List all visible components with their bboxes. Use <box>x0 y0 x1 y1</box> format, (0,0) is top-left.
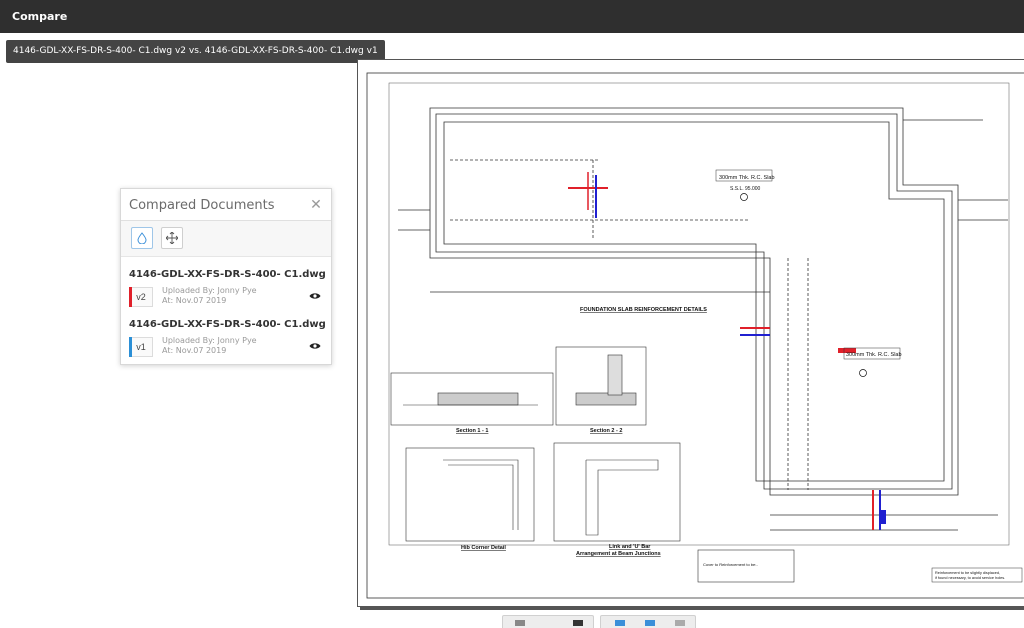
tool-icon[interactable] <box>615 620 625 626</box>
bottom-toolbar-right[interactable] <box>600 615 696 628</box>
app-title: Compare <box>12 10 68 23</box>
note-3: if found necessary, to avoid service hol… <box>935 576 1005 580</box>
version-badge: v1 <box>129 337 153 357</box>
tool-icon[interactable] <box>515 620 525 626</box>
drawing-main-title: FOUNDATION SLAB REINFORCEMENT DETAILS <box>580 307 707 313</box>
slab-label-1: 300mm Thk. R.C. Slab <box>719 175 775 181</box>
detail-1-title: Hib Corner Detail <box>461 545 506 551</box>
upload-date: At: Nov.07 2019 <box>162 346 227 355</box>
drawing-svg: 300mm Thk. R.C. Slab S.S.L. 95.000 300mm… <box>366 72 1024 599</box>
link-bar-detail <box>553 442 681 542</box>
change-markers <box>568 172 886 530</box>
drop-icon[interactable] <box>131 227 153 249</box>
hib-corner-detail <box>405 447 535 542</box>
tool-icon[interactable] <box>645 620 655 626</box>
frame-inner <box>388 82 1010 546</box>
panel-title: Compared Documents <box>129 198 275 213</box>
detail-2-title: Link and 'U' Bar <box>609 544 651 550</box>
slab-label-2: 300mm Thk. R.C. Slab <box>846 352 902 358</box>
section-2-detail <box>555 346 647 426</box>
note-1: Cover to Reinforcement to be:- <box>703 562 758 567</box>
version-color-bar <box>129 287 132 307</box>
section-2-title: Section 2 - 2 <box>590 428 622 434</box>
version-color-bar <box>129 337 132 357</box>
panel-toolbar <box>121 221 331 257</box>
tool-icon[interactable] <box>675 620 685 626</box>
comparison-label: 4146-GDL-XX-FS-DR-S-400- C1.dwg v2 vs. 4… <box>6 40 385 63</box>
close-icon[interactable]: ✕ <box>309 195 323 213</box>
upload-date: At: Nov.07 2019 <box>162 296 227 305</box>
document-name: 4146-GDL-XX-FS-DR-S-400- C1.dwg <box>129 269 326 280</box>
section-1-detail <box>390 372 554 426</box>
uploaded-by: Uploaded By: Jonny Pye <box>162 336 257 345</box>
version-badge: v2 <box>129 287 153 307</box>
frame-outer <box>366 72 1024 599</box>
document-name: 4146-GDL-XX-FS-DR-S-400- C1.dwg <box>129 319 326 330</box>
compared-documents-panel[interactable]: Compared Documents ✕ 4146-GDL-XX-FS-DR-S… <box>120 188 332 365</box>
document-item-v2[interactable]: 4146-GDL-XX-FS-DR-S-400- C1.dwg v2 Uploa… <box>129 269 326 313</box>
document-item-v1[interactable]: 4146-GDL-XX-FS-DR-S-400- C1.dwg v1 Uploa… <box>129 319 326 363</box>
uploaded-by: Uploaded By: Jonny Pye <box>162 286 257 295</box>
ssl-label-1: S.S.L. 95.000 <box>730 186 761 192</box>
bottom-toolbar-left[interactable] <box>502 615 594 628</box>
level-marker-2 <box>859 369 867 377</box>
detail-2b-title: Arrangement at Beam Junctions <box>576 551 661 557</box>
panel-header: Compared Documents ✕ <box>121 189 331 221</box>
note-2: Reinforcement to be slightly displaced, <box>935 571 1000 575</box>
move-icon[interactable] <box>161 227 183 249</box>
slab-plan <box>398 107 1008 531</box>
tool-icon[interactable] <box>573 620 583 626</box>
drawing-canvas[interactable]: 300mm Thk. R.C. Slab S.S.L. 95.000 300mm… <box>357 59 1024 607</box>
eye-icon[interactable] <box>309 291 321 301</box>
level-marker-1 <box>740 193 748 201</box>
top-bar: Compare <box>0 0 1024 33</box>
section-1-title: Section 1 - 1 <box>456 428 488 434</box>
eye-icon[interactable] <box>309 341 321 351</box>
